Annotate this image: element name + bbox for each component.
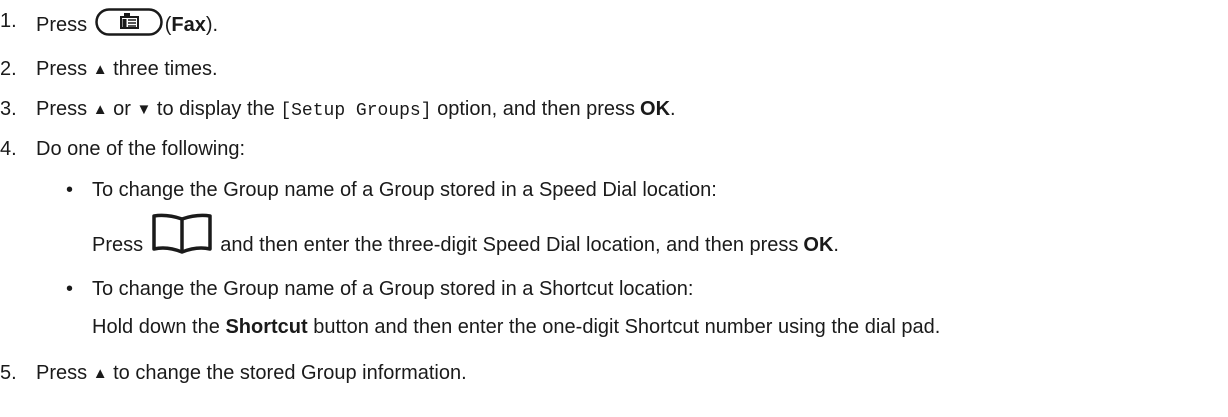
bullet: • (66, 179, 74, 201)
step-number: 2. (0, 58, 17, 80)
bullet: • (66, 278, 74, 300)
step-number: 4. (0, 138, 17, 160)
step-text: Press ▲ to change the stored Group infor… (36, 362, 467, 384)
bullet-text: To change the Group name of a Group stor… (92, 179, 717, 201)
step-number: 1. (0, 10, 17, 32)
up-arrow-icon: ▲ (92, 101, 108, 118)
step-text: Press (Fax). (36, 8, 218, 43)
bullet-text: To change the Group name of a Group stor… (92, 278, 694, 300)
menu-option-code: [Setup Groups] (280, 101, 432, 121)
down-arrow-icon: ▼ (136, 101, 152, 118)
bullet-detail: Hold down the Shortcut button and then e… (92, 316, 941, 338)
fax-icon (94, 8, 163, 43)
step-text: Press ▲ three times. (36, 58, 218, 80)
up-arrow-icon: ▲ (92, 61, 108, 78)
bullet-detail: Press and then enter the three-digit Spe… (92, 213, 839, 265)
step-text: Do one of the following: (36, 138, 246, 160)
step-text: Press ▲ or ▼ to display the [Setup Group… (36, 98, 676, 121)
address-book-icon (151, 213, 213, 262)
step-number: 5. (0, 362, 17, 384)
up-arrow-icon: ▲ (92, 365, 108, 382)
step-number: 3. (0, 98, 17, 120)
